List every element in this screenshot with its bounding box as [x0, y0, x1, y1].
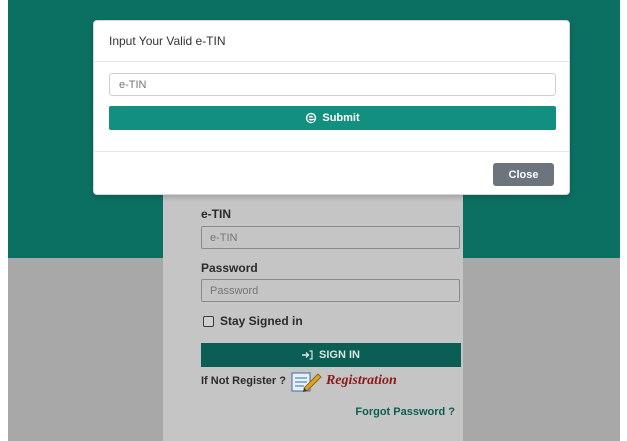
- modal-etin-input[interactable]: [109, 73, 556, 96]
- forgot-password-link[interactable]: Forgot Password ?: [355, 406, 455, 418]
- submit-button[interactable]: Submit: [109, 106, 556, 130]
- sign-in-icon: [302, 350, 313, 360]
- password-field[interactable]: [201, 279, 460, 302]
- stay-signed-in-label: Stay Signed in: [220, 314, 303, 328]
- submit-label: Submit: [322, 112, 360, 124]
- stay-signed-in[interactable]: Stay Signed in: [203, 314, 303, 328]
- password-label: Password: [201, 261, 258, 275]
- close-button[interactable]: Close: [493, 163, 554, 186]
- edge-icon: [306, 112, 317, 124]
- modal-footer: Close: [94, 151, 569, 196]
- sign-in-label: SIGN IN: [319, 349, 360, 361]
- etin-field[interactable]: [201, 226, 460, 249]
- etin-label: e-TIN: [201, 207, 231, 221]
- registration-form-icon[interactable]: [290, 370, 322, 392]
- registration-row: If Not Register ? Registration: [201, 370, 397, 392]
- etin-modal: Input Your Valid e-TIN Submit Close: [93, 20, 570, 195]
- sign-in-button[interactable]: SIGN IN: [201, 343, 461, 367]
- registration-link[interactable]: Registration: [326, 373, 397, 389]
- stay-signed-in-checkbox[interactable]: [203, 315, 214, 327]
- login-card: e-TIN Password Stay Signed in SIGN IN If…: [163, 180, 463, 441]
- not-registered-text: If Not Register ?: [201, 375, 286, 387]
- page-frame: e-TIN Password Stay Signed in SIGN IN If…: [8, 0, 620, 441]
- modal-title: Input Your Valid e-TIN: [94, 21, 569, 62]
- modal-body: Submit: [94, 62, 569, 151]
